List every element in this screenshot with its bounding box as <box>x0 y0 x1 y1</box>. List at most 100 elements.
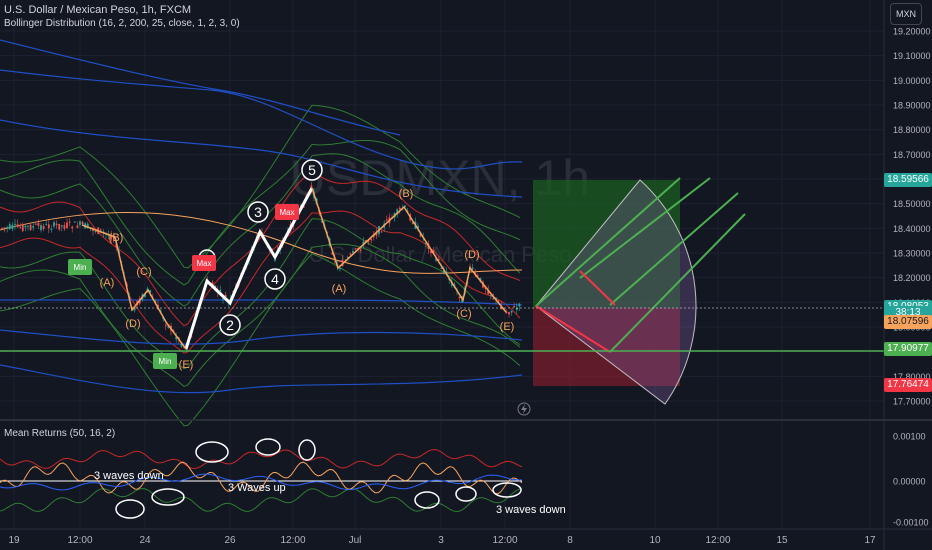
candle-body <box>370 239 373 241</box>
candle-body <box>24 225 27 228</box>
candle-body <box>385 219 388 221</box>
signal-badge-label: Max <box>279 208 294 217</box>
sub-tick: 0.00000 <box>893 477 926 487</box>
corrective-label: (E) <box>500 321 515 333</box>
candle-body <box>513 306 516 308</box>
candle-body <box>354 248 357 250</box>
wave-label: 2 <box>226 317 234 333</box>
symbol-title[interactable]: U.S. Dollar / Mexican Peso, 1h, FXCM <box>4 4 191 16</box>
candle-body <box>339 268 341 270</box>
candle-body <box>60 225 63 227</box>
candle-body <box>398 207 401 210</box>
price-tag: 17.90977 <box>884 342 932 357</box>
time-tick: 10 <box>649 535 661 546</box>
corrective-label: (D) <box>464 249 479 261</box>
time-tick: 12:00 <box>67 535 92 546</box>
corrective-label: (A) <box>332 283 347 295</box>
time-tick: 17 <box>864 535 876 546</box>
candle-body <box>1 227 3 229</box>
candle-body <box>16 224 19 227</box>
sub-note: 3 waves down <box>94 470 164 482</box>
candle-body <box>37 222 40 226</box>
price-tick: 19.10000 <box>893 51 931 61</box>
time-tick: 26 <box>224 535 236 546</box>
candle-body <box>14 223 16 225</box>
candle-body <box>68 221 71 223</box>
wave-label: 3 <box>254 204 262 220</box>
price-tag: 18.07596 <box>884 315 932 330</box>
time-tick: 8 <box>567 535 573 546</box>
sub-note: 3 waves down <box>496 504 566 516</box>
sub-tick: 0.00100 <box>893 432 926 442</box>
corrective-label: (B) <box>399 188 414 200</box>
candle-body <box>40 225 42 231</box>
candle-body <box>508 312 510 315</box>
candle-body <box>32 225 35 228</box>
indicator-title[interactable]: Bollinger Distribution (16, 2, 200, 25, … <box>4 18 240 29</box>
candle-body <box>76 225 79 228</box>
corrective-label: (C) <box>456 308 471 320</box>
time-tick: 15 <box>776 535 788 546</box>
candle-body <box>164 324 167 326</box>
candle-body <box>21 224 24 232</box>
chart-canvas[interactable]: USDMXN, 1h U.S. Dollar / Mexican Peso 53… <box>0 0 932 550</box>
candle-body <box>71 226 74 229</box>
signal-badge-label: Max <box>196 259 211 268</box>
candle-body <box>510 310 513 313</box>
candle-body <box>94 231 97 233</box>
sub-tick: -0.00100 <box>893 518 929 528</box>
candle-body <box>45 224 48 226</box>
price-tick: 18.80000 <box>893 125 931 135</box>
time-tick: 12:00 <box>492 535 517 546</box>
signal-badge-label: Min <box>74 263 87 272</box>
price-tick: 18.40000 <box>893 224 931 234</box>
subpane-title[interactable]: Mean Returns (50, 16, 2) <box>4 428 115 439</box>
candle-body <box>8 224 11 229</box>
price-tick: 18.50000 <box>893 199 931 209</box>
time-tick: 12:00 <box>705 535 730 546</box>
candle-body <box>518 303 521 307</box>
price-tick: 19.00000 <box>893 76 931 86</box>
candle-body <box>6 227 9 229</box>
candle-body <box>63 225 66 229</box>
currency-button[interactable]: MXN <box>890 3 922 25</box>
price-tick: 18.90000 <box>893 101 931 111</box>
candle-body <box>34 223 37 225</box>
candle-body <box>19 226 22 228</box>
price-tick: 17.70000 <box>893 397 931 407</box>
sub-note: 3 Waves up <box>228 482 286 494</box>
price-tag: 18.59566 <box>884 173 932 188</box>
corrective-label: (B) <box>109 232 124 244</box>
candle-body <box>66 222 68 228</box>
candle-body <box>53 222 55 227</box>
corrective-label: (A) <box>100 277 115 289</box>
candle-body <box>58 223 61 230</box>
time-tick: 3 <box>438 535 444 546</box>
time-tick: 19 <box>8 535 20 546</box>
candle-body <box>11 224 14 229</box>
candle-body <box>29 224 32 230</box>
time-tick: Jul <box>349 535 362 546</box>
time-tick: 12:00 <box>280 535 305 546</box>
candle-body <box>27 225 29 227</box>
candle-body <box>380 231 383 233</box>
candle-body <box>99 229 102 231</box>
candle-body <box>3 227 6 229</box>
candle-body <box>47 224 50 229</box>
price-tick: 18.30000 <box>893 249 931 259</box>
wave-label: 5 <box>308 162 316 178</box>
candle-body <box>50 229 53 231</box>
corrective-label: (C) <box>136 266 151 278</box>
candle-body <box>471 267 474 270</box>
candle-body <box>79 221 81 226</box>
price-tick: 18.70000 <box>893 150 931 160</box>
candle-body <box>349 253 352 255</box>
corrective-label: (D) <box>125 318 140 330</box>
candle-body <box>73 221 76 223</box>
candle-body <box>359 249 362 251</box>
price-tick: 19.20000 <box>893 27 931 37</box>
time-tick: 24 <box>139 535 151 546</box>
price-tick: 18.20000 <box>893 273 931 283</box>
candle-body <box>81 221 84 225</box>
candle-body <box>55 223 58 226</box>
